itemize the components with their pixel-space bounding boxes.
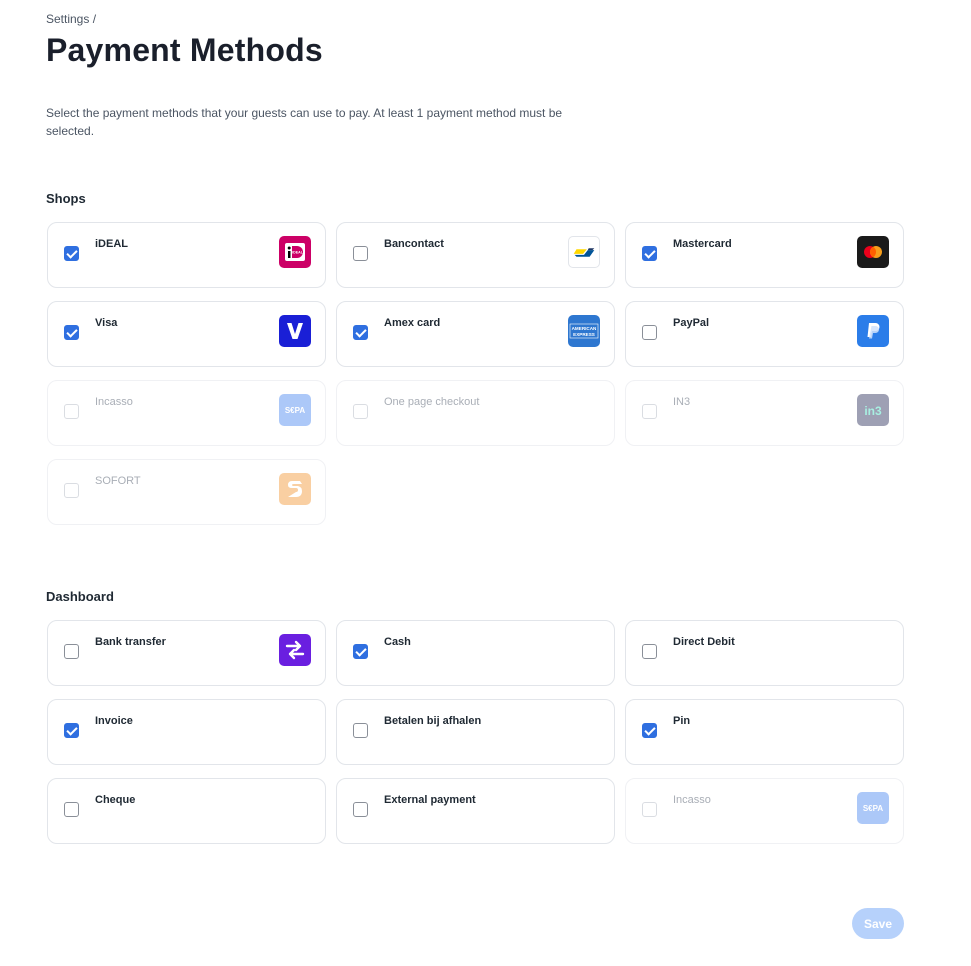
payment-method-card-in3: IN3 in3: [625, 380, 904, 446]
svg-text:AMERICAN: AMERICAN: [572, 326, 597, 331]
payment-method-label: Visa: [95, 317, 118, 329]
breadcrumb[interactable]: Settings /: [46, 12, 96, 26]
in3-icon: in3: [857, 394, 889, 426]
payment-method-card-cheque[interactable]: Cheque: [47, 778, 326, 844]
payment-method-card-cash[interactable]: Cash: [336, 620, 615, 686]
payment-method-label: Cheque: [95, 794, 136, 806]
payment-method-checkbox: [642, 404, 657, 419]
payment-method-label: External payment: [384, 794, 476, 806]
payment-method-card-visa[interactable]: Visa: [47, 301, 326, 367]
svg-text:S€PA: S€PA: [863, 804, 884, 813]
payment-method-card-bank-transfer[interactable]: Bank transfer: [47, 620, 326, 686]
payment-method-label: iDEAL: [95, 238, 128, 250]
payment-method-card-incasso: Incasso S€PA: [47, 380, 326, 446]
payment-method-card-ideal[interactable]: iDEAL iDEAL: [47, 222, 326, 288]
payment-method-card-mastercard[interactable]: Mastercard: [625, 222, 904, 288]
payment-method-checkbox[interactable]: [642, 246, 657, 261]
payment-method-label: Bancontact: [384, 238, 444, 250]
payment-method-checkbox[interactable]: [64, 723, 79, 738]
save-button[interactable]: Save: [852, 908, 904, 939]
payment-method-label: Invoice: [95, 715, 133, 727]
payment-method-card-invoice[interactable]: Invoice: [47, 699, 326, 765]
svg-text:in3: in3: [864, 404, 882, 418]
payment-method-checkbox: [64, 483, 79, 498]
payment-method-card-amex-card[interactable]: Amex card AMERICAN EXPRESS: [336, 301, 615, 367]
payment-method-card-paypal[interactable]: PayPal: [625, 301, 904, 367]
payment-method-label: Incasso: [95, 396, 133, 408]
payment-method-checkbox: [642, 802, 657, 817]
payment-method-card-sofort: SOFORT: [47, 459, 326, 525]
payment-method-checkbox[interactable]: [64, 325, 79, 340]
payment-method-checkbox: [64, 404, 79, 419]
payment-method-card-pin[interactable]: Pin: [625, 699, 904, 765]
payment-method-checkbox[interactable]: [64, 802, 79, 817]
payment-method-card-betalen-bij-afhalen[interactable]: Betalen bij afhalen: [336, 699, 615, 765]
payment-method-label: SOFORT: [95, 475, 141, 487]
payment-method-label: Incasso: [673, 794, 711, 806]
shops-payment-grid: iDEAL iDEAL Bancontact Mastercard Visa Amex c…: [47, 222, 904, 525]
section-title-shops: Shops: [46, 191, 86, 206]
sofort-icon: [279, 473, 311, 505]
svg-text:EXPRESS: EXPRESS: [573, 332, 595, 337]
mastercard-icon: [857, 236, 889, 268]
payment-method-card-one-page-checkout: One page checkout: [336, 380, 615, 446]
payment-method-label: Amex card: [384, 317, 441, 329]
payment-method-checkbox[interactable]: [353, 644, 368, 659]
visa-icon: [279, 315, 311, 347]
payment-method-checkbox[interactable]: [64, 644, 79, 659]
payment-method-label: Bank transfer: [95, 636, 166, 648]
payment-method-checkbox[interactable]: [642, 644, 657, 659]
payment-method-checkbox[interactable]: [64, 246, 79, 261]
payment-method-checkbox[interactable]: [353, 723, 368, 738]
payment-method-label: Pin: [673, 715, 691, 727]
payment-method-checkbox: [353, 404, 368, 419]
payment-method-checkbox[interactable]: [642, 325, 657, 340]
ideal-icon: iDEAL: [279, 236, 311, 268]
payment-method-label: IN3: [673, 396, 691, 408]
payment-method-card-bancontact[interactable]: Bancontact: [336, 222, 615, 288]
bank-transfer-icon: [279, 634, 311, 666]
payment-method-card-incasso: Incasso S€PA: [625, 778, 904, 844]
payment-method-label: Cash: [384, 636, 411, 648]
payment-method-label: Betalen bij afhalen: [384, 715, 482, 727]
dashboard-payment-grid: Bank transfer Cash Direct Debit Invoice Beta…: [47, 620, 904, 844]
page-title: Payment Methods: [46, 32, 323, 68]
page-description: Select the payment methods that your gue…: [46, 106, 563, 138]
payment-method-label: Direct Debit: [673, 636, 735, 648]
svg-text:iDEAL: iDEAL: [292, 251, 304, 255]
payment-method-checkbox[interactable]: [353, 325, 368, 340]
sepa-icon: S€PA: [279, 394, 311, 426]
amex-icon: AMERICAN EXPRESS: [568, 315, 600, 347]
payment-method-card-direct-debit[interactable]: Direct Debit: [625, 620, 904, 686]
payment-method-card-external-payment[interactable]: External payment: [336, 778, 615, 844]
payment-method-label: PayPal: [673, 317, 710, 329]
payment-method-label: Mastercard: [673, 238, 732, 250]
payment-method-label: One page checkout: [384, 396, 480, 408]
sepa-icon: S€PA: [857, 792, 889, 824]
section-title-dashboard: Dashboard: [46, 589, 114, 604]
svg-text:S€PA: S€PA: [285, 406, 306, 415]
payment-method-checkbox[interactable]: [642, 723, 657, 738]
paypal-icon: [857, 315, 889, 347]
payment-method-checkbox[interactable]: [353, 246, 368, 261]
bancontact-icon: [568, 236, 600, 268]
payment-method-checkbox[interactable]: [353, 802, 368, 817]
